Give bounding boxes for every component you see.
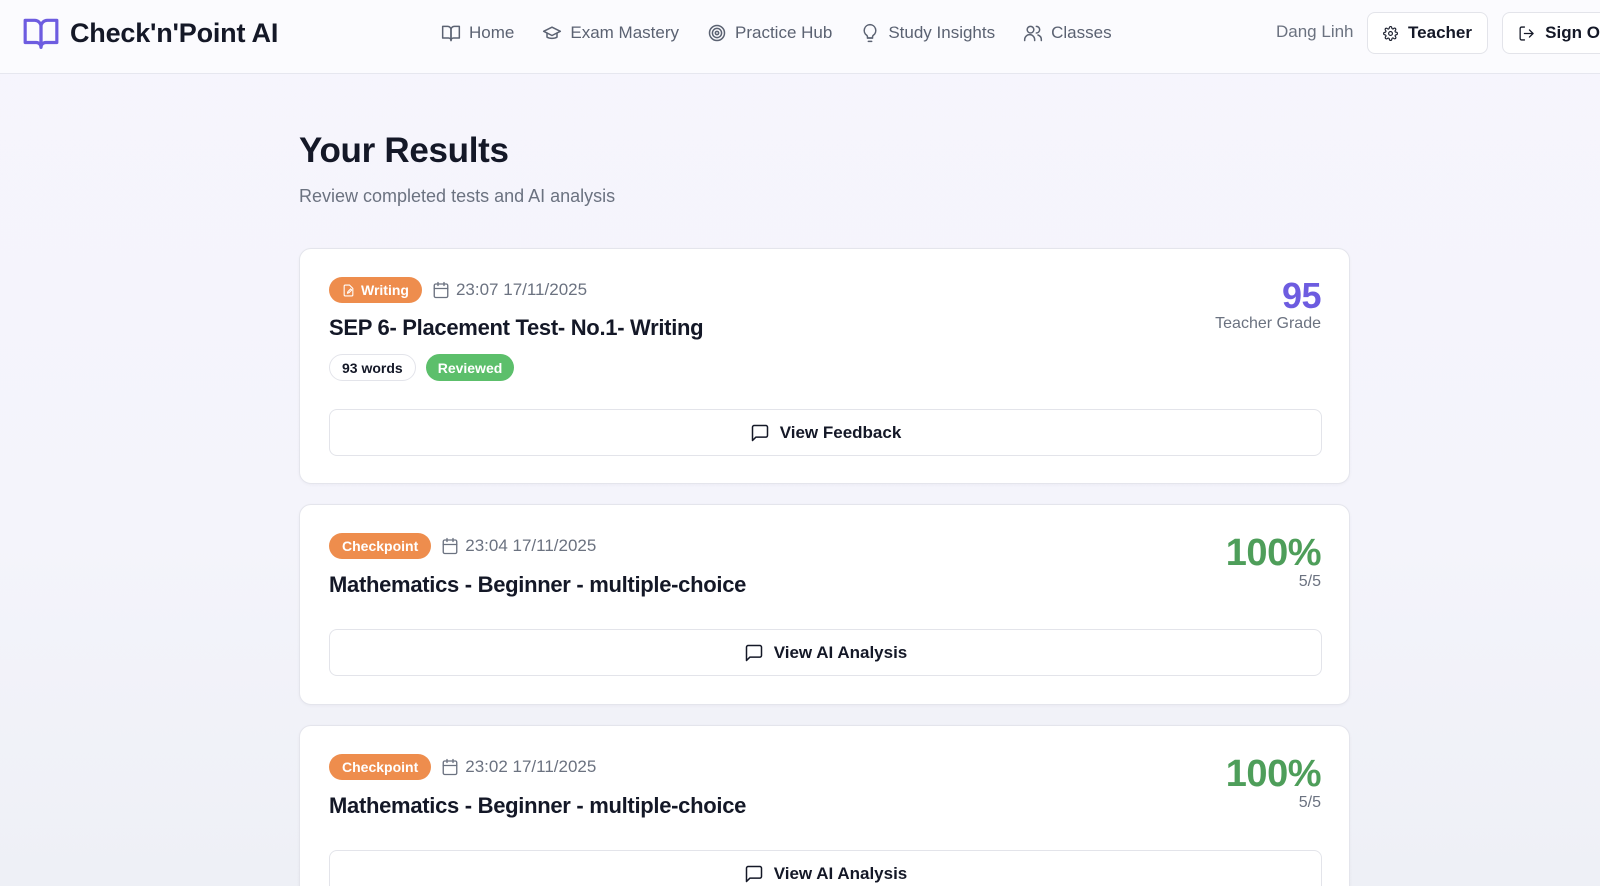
action-label: View AI Analysis: [773, 642, 908, 662]
result-card-header: Checkpoint 23:02 17/11/2025: [329, 754, 596, 780]
test-type-badge: Checkpoint: [329, 754, 432, 780]
score-label: Teacher Grade: [1215, 315, 1321, 332]
score-value: 95: [1281, 275, 1322, 316]
page-subtitle: Review completed tests and AI analysis: [299, 186, 616, 206]
action-label: View AI Analysis: [773, 863, 908, 883]
target-icon: [708, 24, 726, 42]
view-ai-analysis-button[interactable]: View AI Analysis: [329, 850, 1322, 886]
result-card-header: Writing 23:07 17/11/2025: [329, 277, 587, 303]
view-ai-analysis-button[interactable]: View AI Analysis: [329, 629, 1322, 676]
test-type-badge: Writing: [329, 277, 422, 303]
page-title: Your Results: [299, 131, 509, 170]
nav-label: Exam Mastery: [570, 23, 679, 42]
result-title: Mathematics - Beginner - multiple-choice: [329, 793, 747, 818]
date-text: 23:07 17/11/2025: [455, 280, 588, 299]
nav-label: Study Insights: [888, 23, 996, 42]
nav-label: Classes: [1051, 23, 1112, 42]
badge-label: Checkpoint: [342, 759, 419, 775]
status-badge: Reviewed: [425, 354, 515, 381]
nav-label: Practice Hub: [735, 23, 833, 42]
date-text: 23:04 17/11/2025: [465, 536, 597, 555]
calendar-icon: [442, 758, 458, 776]
result-card-header: Checkpoint 23:04 17/11/2025: [329, 533, 596, 559]
score-label: 5/5: [1298, 794, 1321, 811]
result-card: Checkpoint 23:04 17/11/2025 Mathematics …: [299, 504, 1350, 705]
teacher-button-label: Teacher: [1408, 23, 1472, 42]
nav-item-exam-mastery[interactable]: Exam Mastery: [542, 20, 679, 46]
calendar-icon: [433, 281, 449, 299]
test-type-badge: Checkpoint: [329, 533, 432, 559]
logo-book-icon: [23, 18, 59, 49]
score-label: 5/5: [1298, 573, 1321, 590]
nav-item-home[interactable]: Home: [441, 20, 514, 46]
score-value: 100%: [1225, 753, 1322, 795]
message-square-icon: [745, 865, 762, 882]
log-out-icon: [1519, 25, 1534, 41]
result-title: Mathematics - Beginner - multiple-choice: [329, 572, 747, 597]
nav-item-practice-hub[interactable]: Practice Hub: [707, 20, 832, 46]
word-count-chip: 93 words: [329, 354, 416, 381]
book-icon: [441, 25, 461, 42]
result-date: 23:02 17/11/2025: [441, 757, 596, 777]
view-feedback-button[interactable]: View Feedback: [329, 409, 1322, 456]
app-name: Check'n'Point AI: [70, 17, 279, 48]
teacher-role-button[interactable]: Teacher: [1367, 12, 1488, 54]
lightbulb-icon: [863, 23, 877, 43]
score-value: 100%: [1225, 532, 1322, 574]
score-block: 100% 5/5: [1225, 753, 1322, 812]
sign-out-button[interactable]: Sign Out: [1502, 12, 1600, 54]
score-block: 95 Teacher Grade: [1215, 277, 1321, 333]
result-chips: 93 words Reviewed: [329, 354, 515, 381]
message-square-icon: [745, 644, 762, 661]
top-navigation-bar: Check'n'Point AI Home Exam Mastery Pract…: [0, 0, 1600, 74]
gear-icon: [1383, 25, 1398, 41]
nav-item-study-insights[interactable]: Study Insights: [860, 20, 995, 46]
brand[interactable]: Check'n'Point AI: [22, 14, 278, 52]
main-nav: Home Exam Mastery Practice Hub Study Ins…: [441, 20, 1140, 46]
message-square-icon: [751, 424, 768, 441]
date-text: 23:02 17/11/2025: [465, 757, 597, 776]
result-date: 23:04 17/11/2025: [441, 536, 596, 556]
action-label: View Feedback: [779, 422, 902, 442]
calendar-icon: [442, 537, 458, 555]
badge-label: Checkpoint: [342, 538, 419, 554]
nav-item-classes[interactable]: Classes: [1023, 20, 1112, 46]
result-card: Checkpoint 23:02 17/11/2025 Mathematics …: [299, 725, 1350, 886]
result-card: Writing 23:07 17/11/2025 SEP 6- Placemen…: [299, 248, 1350, 484]
nav-label: Home: [469, 23, 515, 42]
badge-label: Writing: [361, 282, 409, 298]
result-date: 23:07 17/11/2025: [432, 280, 587, 300]
users-icon: [1024, 25, 1043, 42]
result-title: SEP 6- Placement Test- No.1- Writing: [329, 315, 704, 340]
sign-out-label: Sign Out: [1545, 23, 1600, 42]
graduation-cap-icon: [543, 26, 562, 40]
file-edit-icon: [343, 284, 354, 296]
user-name: Dang Linh: [1276, 22, 1354, 41]
score-block: 100% 5/5: [1225, 532, 1322, 591]
